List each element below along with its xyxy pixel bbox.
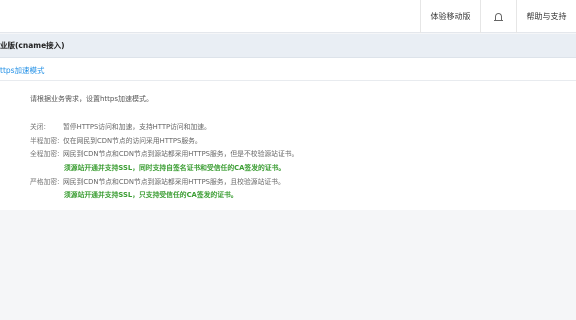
mode-item-half: 半程加密: 仅在网民到CDN节点的访问采用HTTPS服务。 [30,136,202,146]
mobile-version-label: 体验移动版 [430,12,471,21]
mode-text: 网民到CDN节点和CDN节点到源站都采用HTTPS服务，且校验源站证书。 [63,178,285,186]
mode-item-full: 全程加密: 网民到CDN节点和CDN节点到源站都采用HTTPS服务，但是不校验源站… [30,149,298,159]
settings-description: 请根据业务需求，设置https加速模式。 [30,95,154,103]
mode-label: 全程加密: [30,150,60,158]
section-title: 业版(cname接入) [0,41,65,50]
notifications-button[interactable] [480,0,516,33]
section-header: 业版(cname接入) [0,34,576,58]
mode-note-strict: 须源站开通并支持SSL，只支持受信任的CA签发的证书。 [64,191,238,199]
tab-https-mode[interactable]: ttps加速模式 [0,58,45,81]
help-support-link[interactable]: 帮助与支持 [516,0,576,33]
mode-item-off: 关闭: 暂停HTTPS访问和加速，支持HTTP访问和加速。 [30,122,211,132]
https-settings-panel: ttps加速模式 请根据业务需求，设置https加速模式。 关闭: 暂停HTTPS… [0,58,576,210]
mode-item-strict: 严格加密: 网民到CDN节点和CDN节点到源站都采用HTTPS服务，且校验源站证书… [30,177,285,187]
top-navbar: 体验移动版 帮助与支持 [0,0,576,33]
mode-text: 暂停HTTPS访问和加速，支持HTTP访问和加速。 [63,123,211,131]
mode-text: 网民到CDN节点和CDN节点到源站都采用HTTPS服务，但是不校验源站证书。 [63,150,299,158]
mobile-version-link[interactable]: 体验移动版 [420,0,480,33]
mode-text: 仅在网民到CDN节点的访问采用HTTPS服务。 [63,137,202,145]
mode-note-full: 须源站开通并支持SSL，同时支持自签名证书和受信任的CA签发的证书。 [64,164,286,172]
tab-row: ttps加速模式 [0,58,576,81]
mode-label: 严格加密: [30,178,60,186]
help-support-label: 帮助与支持 [526,12,567,21]
mode-label: 关闭: [30,123,46,131]
bell-icon [494,13,503,21]
mode-label: 半程加密: [30,137,60,145]
